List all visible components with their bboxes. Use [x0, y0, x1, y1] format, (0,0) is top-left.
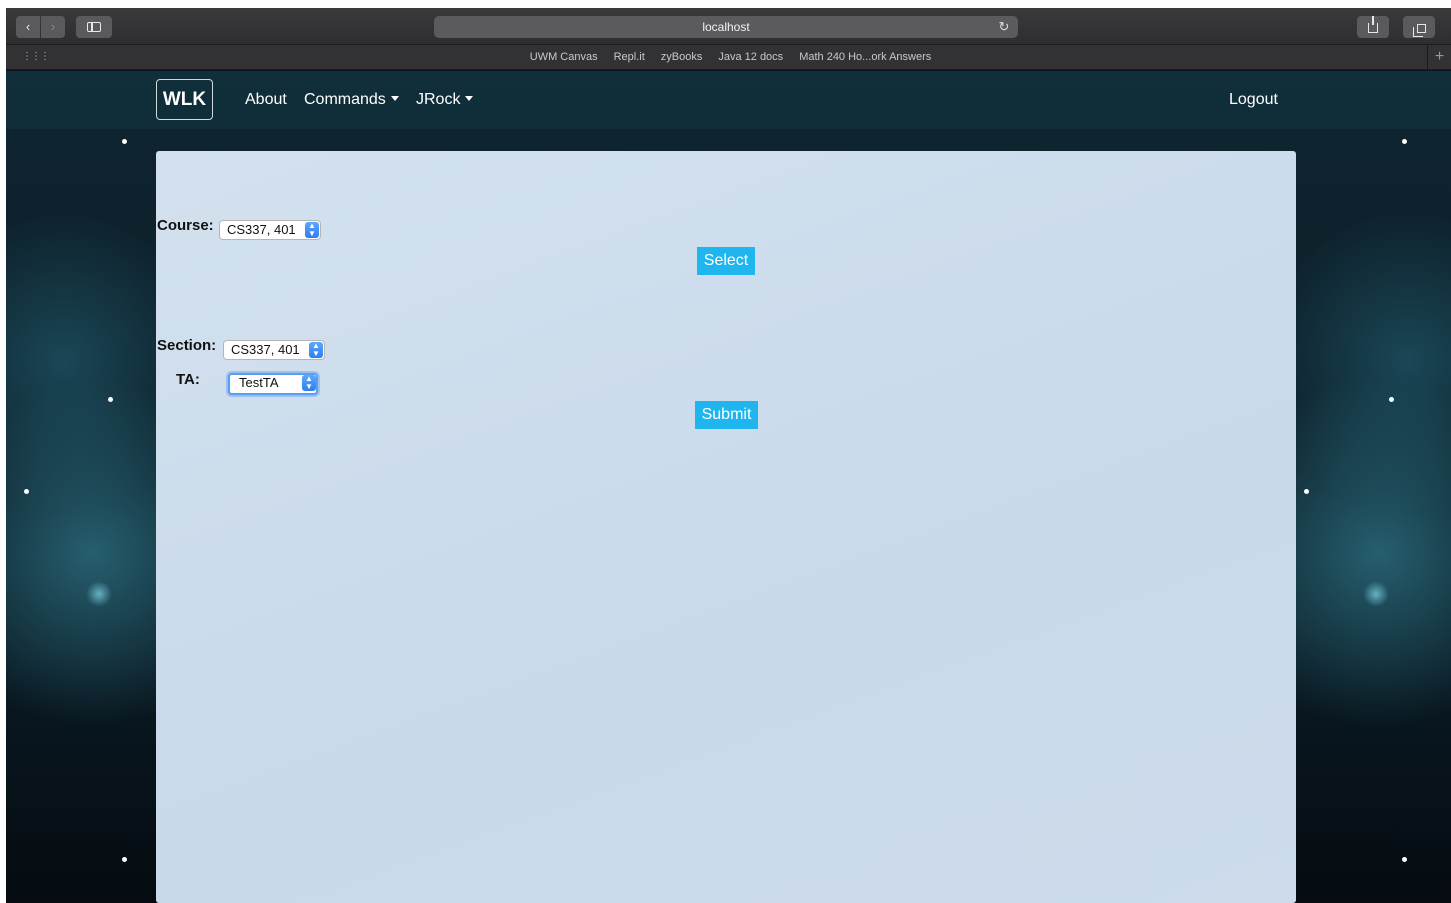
browser-window: ‹ › localhost ↻ ⋮⋮⋮ UWM Canvas Repl.it z…	[6, 8, 1451, 903]
background-dot	[1389, 397, 1394, 402]
reload-icon[interactable]: ↻	[996, 16, 1012, 38]
course-label: Course:	[157, 217, 214, 234]
bookmark-item[interactable]: Repl.it	[614, 45, 645, 70]
background-dot	[24, 489, 29, 494]
nav-commands-label: Commands	[304, 91, 386, 108]
section-select-value: CS337, 401	[231, 342, 300, 357]
bookmark-item[interactable]: zyBooks	[661, 45, 703, 70]
site-navbar: WLK About Commands JRock Logout	[6, 71, 1451, 129]
sidebar-icon	[87, 22, 101, 32]
nav-user-dropdown[interactable]: JRock	[416, 71, 474, 129]
background-dot	[1402, 857, 1407, 862]
bookmark-item[interactable]: UWM Canvas	[530, 45, 598, 70]
caret-down-icon	[390, 96, 399, 101]
tabs-icon	[1412, 24, 1426, 37]
chevron-left-icon: ‹	[25, 19, 31, 34]
background-dot	[122, 857, 127, 862]
nav-commands-dropdown[interactable]: Commands	[304, 71, 399, 129]
logout-link[interactable]: Logout	[1229, 71, 1278, 129]
form-panel: Course: CS337, 401 ▲ ▼ Select Section: CS…	[156, 151, 1296, 903]
browser-titlebar: ‹ › localhost ↻	[6, 8, 1451, 45]
back-button[interactable]: ‹	[16, 16, 40, 38]
ta-select[interactable]: TestTA ▲ ▼	[228, 373, 318, 395]
bookmark-item[interactable]: Java 12 docs	[718, 45, 783, 70]
select-stepper-icon: ▲ ▼	[302, 375, 316, 391]
select-button[interactable]: Select	[697, 247, 755, 275]
background-dot	[108, 397, 113, 402]
bookmarks-bar: ⋮⋮⋮ UWM Canvas Repl.it zyBooks Java 12 d…	[6, 45, 1451, 70]
section-label: Section:	[157, 337, 217, 354]
select-stepper-icon: ▲ ▼	[305, 222, 319, 238]
chevron-right-icon: ›	[50, 19, 56, 34]
course-select-value: CS337, 401	[227, 222, 296, 237]
address-bar[interactable]: localhost ↻	[434, 16, 1018, 38]
share-button[interactable]	[1357, 16, 1389, 38]
bookmark-list: UWM Canvas Repl.it zyBooks Java 12 docs …	[6, 45, 1451, 70]
show-tabs-button[interactable]	[1403, 16, 1435, 38]
nav-about-link[interactable]: About	[245, 71, 287, 129]
ta-label: TA:	[176, 371, 200, 388]
select-stepper-icon: ▲ ▼	[309, 342, 323, 358]
course-select[interactable]: CS337, 401 ▲ ▼	[219, 220, 321, 240]
background-dot	[1304, 489, 1309, 494]
brand-logo[interactable]: WLK	[156, 79, 213, 120]
nav-user-label: JRock	[416, 91, 461, 108]
bookmark-item[interactable]: Math 240 Ho...ork Answers	[799, 45, 931, 70]
background-dot	[122, 139, 127, 144]
submit-button[interactable]: Submit	[695, 401, 758, 429]
sidebar-toggle-button[interactable]	[76, 16, 112, 38]
new-tab-plus-icon[interactable]: +	[1427, 45, 1451, 70]
ta-select-value: TestTA	[239, 375, 279, 390]
share-icon	[1368, 16, 1378, 33]
page-viewport: WLK About Commands JRock Logout Course: …	[6, 71, 1451, 903]
background-dot	[1402, 139, 1407, 144]
url-text: localhost	[702, 20, 750, 34]
background-node	[86, 581, 112, 607]
background-node	[1363, 581, 1389, 607]
section-select[interactable]: CS337, 401 ▲ ▼	[223, 340, 325, 360]
caret-down-icon	[465, 96, 474, 101]
forward-button[interactable]: ›	[41, 16, 65, 38]
